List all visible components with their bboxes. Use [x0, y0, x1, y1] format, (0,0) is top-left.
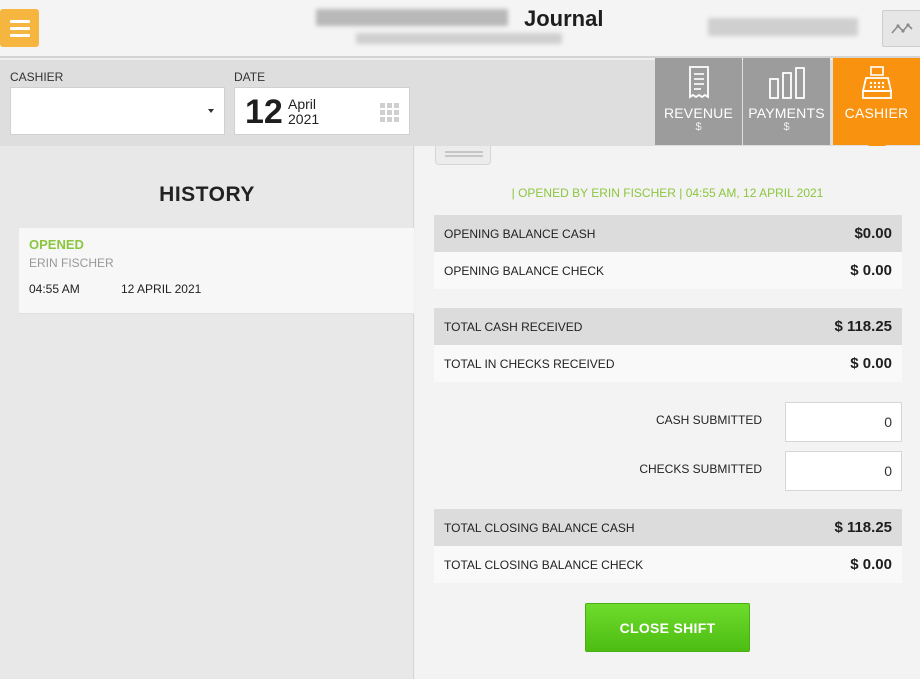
calendar-grid-icon: [380, 103, 399, 122]
tab-payments-sub: $: [783, 121, 790, 133]
history-title: HISTORY: [159, 183, 255, 206]
page-title: Journal: [524, 6, 604, 31]
hamburger-icon: [9, 19, 30, 23]
opening-balance-cash-label: OPENING BALANCE CASH: [444, 226, 596, 241]
closing-balance-cash-row: TOTAL CLOSING BALANCE CASH $ 118.25: [434, 509, 902, 546]
tab-cashier[interactable]: CASHIER: [833, 58, 920, 154]
tab-payments[interactable]: PAYMENTS $: [743, 58, 830, 145]
cashier-label: CASHIER: [10, 70, 64, 84]
closing-balance-cash-value: $ 118.25: [834, 519, 892, 536]
hamburger-icon-bar: [9, 33, 30, 37]
closing-balance-check-row: TOTAL CLOSING BALANCE CHECK $ 0.00: [434, 546, 902, 583]
bar-chart-icon: [768, 67, 805, 99]
cash-submitted-label: CASH SUBMITTED: [655, 413, 762, 427]
closing-balance-check-label: TOTAL CLOSING BALANCE CHECK: [444, 557, 644, 572]
total-cash-received-label: TOTAL CASH RECEIVED: [444, 319, 583, 334]
history-item-date: 12 APRIL 2021: [121, 282, 202, 296]
tab-revenue[interactable]: REVENUE $: [655, 58, 742, 145]
close-shift-button[interactable]: CLOSE SHIFT: [585, 603, 750, 652]
opening-balance-cash-row: OPENING BALANCE CASH $0.00: [434, 215, 902, 252]
receipt-icon: [688, 66, 709, 99]
tab-revenue-label: REVENUE: [663, 105, 734, 121]
checks-submitted-label: CHECKS SUBMITTED: [639, 462, 762, 476]
date-day: 12: [245, 93, 283, 131]
menu-button[interactable]: [0, 9, 39, 47]
opening-balance-check-row: OPENING BALANCE CHECK $ 0.00: [434, 252, 902, 289]
total-cash-received-row: TOTAL CASH RECEIVED $ 118.25: [434, 308, 902, 345]
date-year: 2021: [288, 111, 320, 127]
redacted-user-info: [708, 18, 858, 36]
drag-handle[interactable]: [435, 146, 491, 165]
total-checks-received-label: TOTAL IN CHECKS RECEIVED: [444, 356, 615, 371]
top-header: Journal: [0, 0, 920, 58]
closing-balance-cash-label: TOTAL CLOSING BALANCE CASH: [444, 520, 635, 535]
date-month: April: [288, 96, 317, 112]
date-picker[interactable]: 12 April 2021: [234, 87, 410, 135]
tab-payments-label: PAYMENTS: [748, 105, 825, 121]
redacted-subtitle: [356, 33, 562, 44]
history-item-status: OPENED: [29, 237, 84, 252]
checks-submitted-input[interactable]: [785, 451, 902, 491]
history-item-name: ERIN FISCHER: [29, 256, 114, 270]
history-item[interactable]: OPENED ERIN FISCHER 04:55 AM 12 APRIL 20…: [19, 228, 414, 314]
cash-register-icon: [861, 66, 892, 99]
cash-submitted-input[interactable]: [785, 402, 902, 442]
total-cash-received-value: $ 118.25: [834, 318, 892, 335]
hamburger-icon-bar: [9, 26, 30, 30]
cashier-select[interactable]: [10, 87, 225, 135]
opening-balance-cash-value: $0.00: [854, 225, 892, 242]
total-checks-received-value: $ 0.00: [850, 355, 892, 372]
tab-cashier-label: CASHIER: [844, 105, 909, 121]
history-item-time: 04:55 AM: [29, 282, 80, 296]
opening-balance-check-label: OPENING BALANCE CHECK: [444, 263, 605, 278]
activity-graph-icon: [890, 22, 913, 34]
redacted-property-name: [316, 9, 508, 26]
history-panel: HISTORY OPENED ERIN FISCHER 04:55 AM 12 …: [0, 146, 414, 679]
opening-balance-check-value: $ 0.00: [850, 262, 892, 279]
tab-revenue-sub: $: [695, 121, 702, 133]
date-label: DATE: [234, 70, 266, 84]
total-checks-received-row: TOTAL IN CHECKS RECEIVED $ 0.00: [434, 345, 902, 382]
closing-balance-check-value: $ 0.00: [850, 556, 892, 573]
caret-down-icon: [208, 109, 214, 113]
opened-by-info: | OPENED BY ERIN FISCHER | 04:55 AM, 12 …: [511, 186, 824, 200]
shift-panel: | OPENED BY ERIN FISCHER | 04:55 AM, 12 …: [415, 146, 920, 679]
activity-button[interactable]: [882, 10, 920, 47]
